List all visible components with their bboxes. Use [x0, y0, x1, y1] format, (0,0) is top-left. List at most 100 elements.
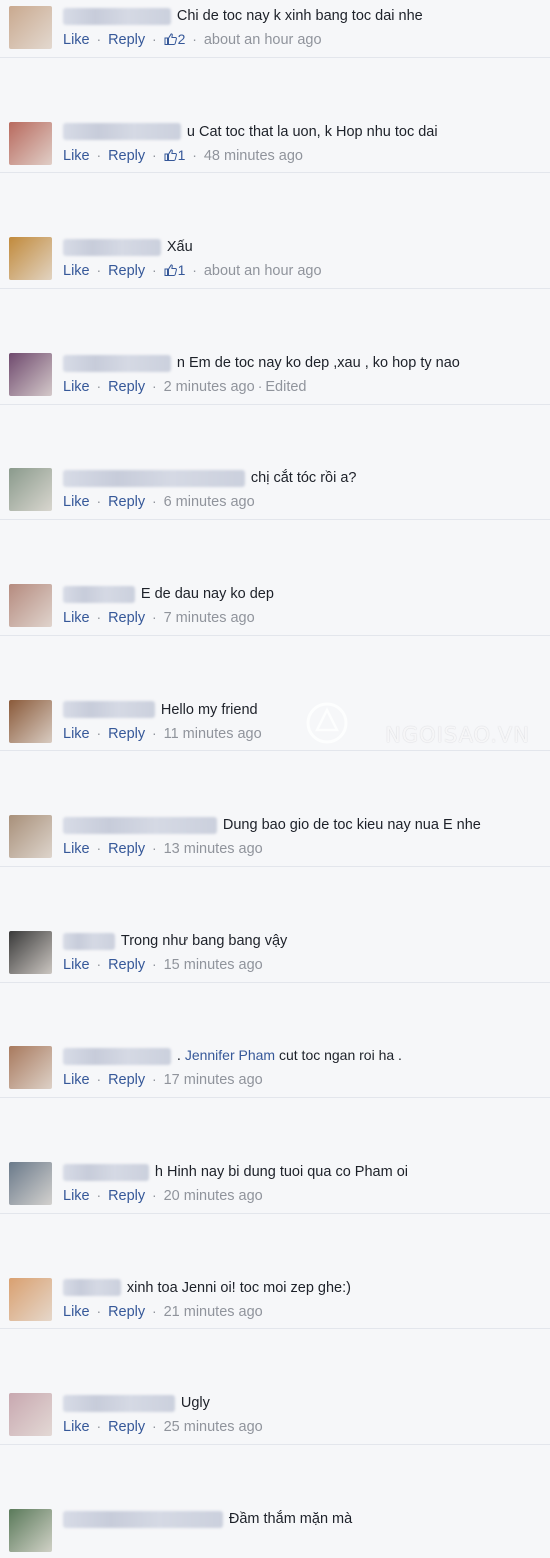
- avatar[interactable]: [9, 468, 52, 512]
- reply-link[interactable]: Reply: [108, 841, 145, 857]
- blurred-author-name[interactable]: [63, 1279, 121, 1297]
- comment-line: chị cắt tóc rồi a?: [63, 467, 356, 488]
- timestamp[interactable]: 21 minutes ago: [164, 1304, 263, 1320]
- comment-line: Ugly: [63, 1392, 210, 1412]
- like-link[interactable]: Like: [63, 32, 90, 48]
- like-count[interactable]: 2 ·: [164, 31, 204, 47]
- like-link[interactable]: Like: [63, 379, 90, 395]
- mentioned-user-link[interactable]: Jennifer Pham: [185, 1047, 275, 1063]
- edited-label[interactable]: Edited: [265, 379, 306, 395]
- comment-actions: Like · Reply · 1 · about an hour ago: [63, 260, 322, 280]
- separator: ·: [152, 608, 157, 625]
- comment-text: Trong như bang bang vậy: [120, 932, 288, 949]
- separator: ·: [192, 262, 197, 279]
- reply-link[interactable]: Reply: [108, 1419, 145, 1435]
- reply-link[interactable]: Reply: [108, 1304, 145, 1320]
- comment-row: u Cat toc that la uon, k Hop nhu toc dai…: [0, 116, 550, 174]
- blurred-author-name[interactable]: [63, 470, 245, 488]
- timestamp[interactable]: about an hour ago: [204, 32, 322, 48]
- like-link[interactable]: Like: [63, 1304, 90, 1320]
- reply-link[interactable]: Reply: [108, 379, 145, 395]
- timestamp[interactable]: 6 minutes ago: [164, 494, 255, 510]
- timestamp[interactable]: 48 minutes ago: [204, 148, 303, 164]
- reply-link[interactable]: Reply: [108, 610, 145, 626]
- separator: ·: [96, 955, 102, 972]
- avatar[interactable]: [9, 1508, 52, 1552]
- avatar[interactable]: [9, 1393, 52, 1437]
- separator: ·: [152, 955, 157, 972]
- reply-link[interactable]: Reply: [108, 32, 145, 48]
- comment-text: .: [176, 1048, 181, 1065]
- like-link[interactable]: Like: [63, 1419, 90, 1435]
- timestamp[interactable]: 25 minutes ago: [164, 1419, 263, 1435]
- comment-line: xinh toa Jenni oi! toc moi zep ghe:): [63, 1277, 351, 1297]
- comment-line: Hello my friend: [63, 699, 258, 719]
- comment-actions: Like · Reply · 25 minutes ago: [63, 1416, 263, 1436]
- blurred-author-name[interactable]: [63, 1394, 175, 1412]
- comment-line: n Em de toc nay ko dep ,xau , ko hop ty …: [63, 352, 460, 372]
- timestamp[interactable]: 20 minutes ago: [164, 1188, 263, 1204]
- timestamp[interactable]: about an hour ago: [204, 263, 322, 279]
- avatar[interactable]: [9, 815, 52, 859]
- watermark-text: NGOISAO.VN: [385, 723, 530, 747]
- blurred-author-name[interactable]: [63, 354, 171, 372]
- separator: ·: [152, 840, 157, 857]
- like-link[interactable]: Like: [63, 263, 90, 279]
- like-count[interactable]: 1 ·: [164, 262, 204, 278]
- blurred-author-name[interactable]: [63, 238, 161, 256]
- comment-text: Hello my friend: [160, 701, 258, 718]
- blurred-author-name[interactable]: [63, 1048, 171, 1066]
- timestamp[interactable]: 13 minutes ago: [164, 841, 263, 857]
- comment-text: Đầm thắm mặn mà: [228, 1510, 353, 1527]
- reply-link[interactable]: Reply: [108, 494, 145, 510]
- separator: ·: [257, 377, 263, 394]
- like-link[interactable]: Like: [63, 957, 90, 973]
- blurred-author-name[interactable]: [63, 816, 217, 834]
- comment-actions: Like · Reply · 6 minutes ago: [63, 491, 255, 511]
- like-link[interactable]: Like: [63, 1072, 90, 1088]
- avatar[interactable]: [9, 6, 52, 49]
- like-link[interactable]: Like: [63, 726, 90, 742]
- timestamp[interactable]: 11 minutes ago: [164, 726, 262, 742]
- comment-row: Trong như bang bang vậy Like · Reply · 1…: [0, 925, 550, 983]
- like-link[interactable]: Like: [63, 610, 90, 626]
- blurred-author-name[interactable]: [63, 1510, 223, 1528]
- blurred-author-name[interactable]: [63, 585, 135, 603]
- avatar[interactable]: [9, 1277, 52, 1321]
- avatar[interactable]: [9, 699, 52, 743]
- avatar[interactable]: [9, 583, 52, 627]
- avatar[interactable]: [9, 237, 52, 281]
- timestamp[interactable]: 7 minutes ago: [164, 610, 255, 626]
- separator: ·: [152, 262, 157, 279]
- comment-actions: Like · Reply · 2 · about an hour ago: [63, 29, 322, 49]
- comment-row: . Jennifer Pham cut toc ngan roi ha . Li…: [0, 1040, 550, 1099]
- reply-link[interactable]: Reply: [108, 263, 145, 279]
- timestamp[interactable]: 15 minutes ago: [164, 957, 263, 973]
- comment-line: Dung bao gio de toc kieu nay nua E nhe: [63, 814, 481, 834]
- blurred-author-name[interactable]: [63, 7, 171, 25]
- blurred-author-name[interactable]: [63, 1163, 149, 1181]
- reply-link[interactable]: Reply: [108, 148, 145, 164]
- avatar[interactable]: [9, 352, 52, 396]
- blurred-author-name[interactable]: [63, 701, 155, 719]
- like-link[interactable]: Like: [63, 494, 90, 510]
- separator: ·: [152, 724, 157, 741]
- like-link[interactable]: Like: [63, 841, 90, 857]
- blurred-author-name[interactable]: [63, 123, 181, 141]
- like-link[interactable]: Like: [63, 1188, 90, 1204]
- reply-link[interactable]: Reply: [108, 1188, 145, 1204]
- reply-link[interactable]: Reply: [108, 1072, 145, 1088]
- comment-line: h Hinh nay bi dung tuoi qua co Pham oi: [63, 1161, 408, 1181]
- avatar[interactable]: [9, 930, 52, 974]
- timestamp[interactable]: 17 minutes ago: [164, 1072, 263, 1088]
- separator: ·: [152, 31, 157, 47]
- like-link[interactable]: Like: [63, 148, 90, 164]
- reply-link[interactable]: Reply: [108, 957, 145, 973]
- avatar[interactable]: [9, 1046, 52, 1090]
- like-count[interactable]: 1 ·: [164, 147, 204, 163]
- avatar[interactable]: [9, 121, 52, 165]
- avatar[interactable]: [9, 1161, 52, 1205]
- timestamp[interactable]: 2 minutes ago: [164, 379, 255, 395]
- reply-link[interactable]: Reply: [108, 726, 145, 742]
- blurred-author-name[interactable]: [63, 932, 115, 950]
